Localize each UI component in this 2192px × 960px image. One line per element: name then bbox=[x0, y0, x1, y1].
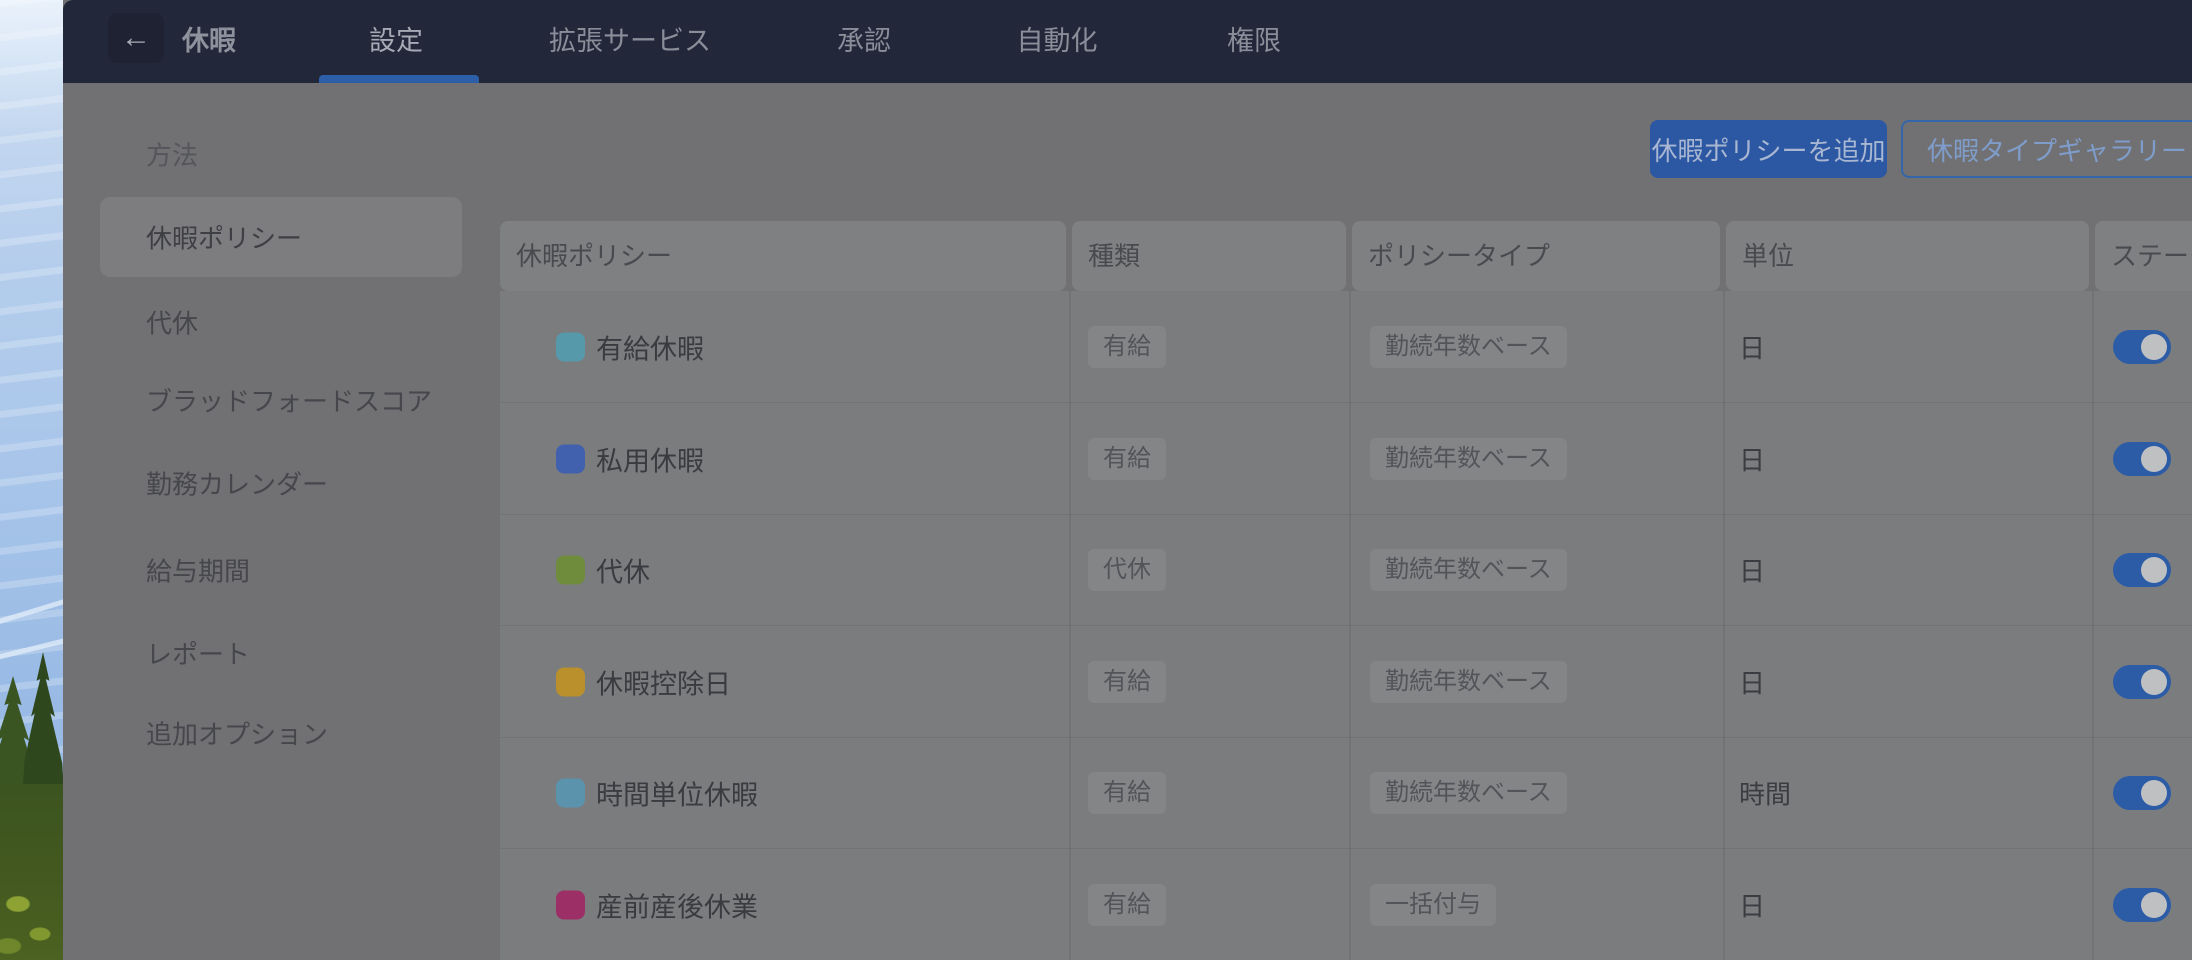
tab-approval[interactable]: 承認 bbox=[837, 0, 891, 83]
sidebar-item-label: 休暇ポリシー bbox=[146, 219, 302, 256]
contrail-streak bbox=[0, 632, 63, 668]
leave-type-gallery-button[interactable]: 休暇タイプギャラリー bbox=[1901, 120, 2192, 178]
add-leave-policy-button[interactable]: 休暇ポリシーを追加 bbox=[1650, 120, 1887, 178]
policy-color-chip bbox=[556, 555, 585, 584]
toggle-knob bbox=[2141, 557, 2167, 583]
type-badge: 有給 bbox=[1088, 661, 1166, 703]
sidebar-item-leave-policy[interactable]: 休暇ポリシー bbox=[100, 197, 462, 277]
policy-type-badge: 勤続年数ベース bbox=[1370, 772, 1567, 814]
sidebar-item-pay-period[interactable]: 給与期間 bbox=[146, 552, 250, 589]
policy-name: 休暇控除日 bbox=[596, 662, 731, 701]
policy-name: 時間単位休暇 bbox=[596, 773, 758, 812]
policy-color-chip bbox=[556, 332, 585, 361]
unit-value: 日 bbox=[1739, 663, 1765, 700]
back-arrow-icon: ← bbox=[121, 21, 151, 55]
unit-value: 日 bbox=[1739, 440, 1765, 477]
type-badge: 有給 bbox=[1088, 438, 1166, 480]
column-header-type: 種類 bbox=[1072, 221, 1346, 291]
policy-color-chip bbox=[556, 890, 585, 919]
toggle-knob bbox=[2141, 780, 2167, 806]
column-header-leave-policy: 休暇ポリシー bbox=[500, 221, 1066, 291]
table-row: 有給休暇 有給 勤続年数ベース 日 bbox=[500, 291, 2192, 403]
sidebar-item-report[interactable]: レポート bbox=[146, 635, 250, 672]
column-header-unit: 単位 bbox=[1726, 221, 2089, 291]
sidebar-item-work-calendar[interactable]: 勤務カレンダー bbox=[146, 465, 328, 502]
toggle-knob bbox=[2141, 669, 2167, 695]
status-toggle[interactable] bbox=[2113, 553, 2171, 587]
status-toggle[interactable] bbox=[2113, 888, 2171, 922]
policy-name: 私用休暇 bbox=[596, 439, 704, 478]
contrail-streak bbox=[0, 589, 63, 632]
status-toggle[interactable] bbox=[2113, 776, 2171, 810]
table-row: 私用休暇 有給 勤続年数ベース 日 bbox=[500, 403, 2192, 515]
table-row: 休暇控除日 有給 勤続年数ベース 日 bbox=[500, 626, 2192, 738]
unit-value: 日 bbox=[1739, 551, 1765, 588]
type-badge: 代休 bbox=[1088, 549, 1166, 591]
policy-type-badge: 勤続年数ベース bbox=[1370, 661, 1567, 703]
sidebar-item-comp-leave[interactable]: 代休 bbox=[146, 304, 198, 341]
unit-value: 日 bbox=[1739, 328, 1765, 365]
sidebar-item-method[interactable]: 方法 bbox=[146, 136, 198, 173]
policy-type-badge: 勤続年数ベース bbox=[1370, 438, 1567, 480]
column-header-status: ステータス bbox=[2095, 221, 2192, 291]
table-body: 有給休暇 有給 勤続年数ベース 日 私用休暇 有給 勤続年数ベース 日 代休 代… bbox=[500, 291, 2192, 960]
policy-color-chip bbox=[556, 667, 585, 696]
policy-color-chip bbox=[556, 444, 585, 473]
active-tab-underline bbox=[319, 75, 479, 83]
page-title: 休暇 bbox=[182, 0, 236, 83]
tab-settings[interactable]: 設定 bbox=[369, 0, 423, 83]
top-navigation-bar: ← 休暇 設定 拡張サービス 承認 自動化 権限 bbox=[63, 0, 2192, 83]
policy-color-chip bbox=[556, 778, 585, 807]
toggle-knob bbox=[2141, 334, 2167, 360]
sidebar-item-extra-options[interactable]: 追加オプション bbox=[146, 715, 328, 752]
policy-type-badge: 勤続年数ベース bbox=[1370, 549, 1567, 591]
tab-automation[interactable]: 自動化 bbox=[1017, 0, 1098, 83]
status-toggle[interactable] bbox=[2113, 330, 2171, 364]
tab-permissions[interactable]: 権限 bbox=[1227, 0, 1281, 83]
tree-silhouette bbox=[0, 784, 63, 960]
status-toggle[interactable] bbox=[2113, 665, 2171, 699]
app-window: ← 休暇 設定 拡張サービス 承認 自動化 権限 方法 休暇ポリシー 代休 ブラ… bbox=[63, 0, 2192, 960]
type-badge: 有給 bbox=[1088, 326, 1166, 368]
unit-value: 日 bbox=[1739, 886, 1765, 923]
settings-content: 方法 休暇ポリシー 代休 ブラッドフォードスコア 勤務カレンダー 給与期間 レポ… bbox=[63, 83, 2192, 960]
sidebar-item-bradford-score[interactable]: ブラッドフォードスコア bbox=[146, 382, 432, 419]
desktop-wallpaper bbox=[0, 0, 63, 960]
status-toggle[interactable] bbox=[2113, 442, 2171, 476]
policy-type-badge: 勤続年数ベース bbox=[1370, 326, 1567, 368]
table-row: 産前産後休業 有給 一括付与 日 bbox=[500, 849, 2192, 960]
policy-type-badge: 一括付与 bbox=[1370, 884, 1496, 926]
toggle-knob bbox=[2141, 892, 2167, 918]
type-badge: 有給 bbox=[1088, 884, 1166, 926]
table-row: 時間単位休暇 有給 勤続年数ベース 時間 bbox=[500, 737, 2192, 849]
type-badge: 有給 bbox=[1088, 772, 1166, 814]
policy-name: 有給休暇 bbox=[596, 327, 704, 366]
back-button[interactable]: ← bbox=[108, 13, 164, 63]
table-row: 代休 代休 勤続年数ベース 日 bbox=[500, 514, 2192, 626]
tab-extensions[interactable]: 拡張サービス bbox=[549, 0, 711, 83]
column-header-policy-type: ポリシータイプ bbox=[1352, 221, 1720, 291]
policy-name: 代休 bbox=[596, 550, 650, 589]
unit-value: 時間 bbox=[1739, 774, 1791, 811]
policy-name: 産前産後休業 bbox=[596, 885, 758, 924]
toggle-knob bbox=[2141, 446, 2167, 472]
